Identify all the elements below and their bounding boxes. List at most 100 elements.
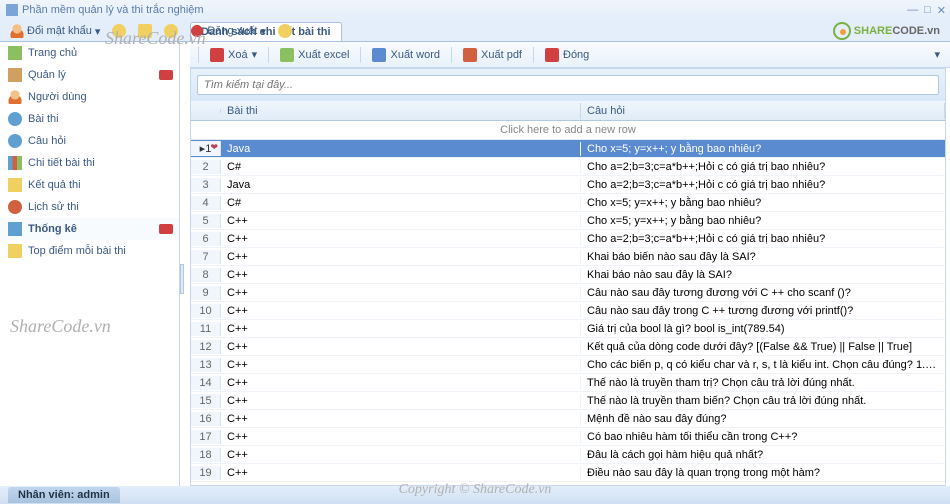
maximize-button[interactable]: □ (924, 4, 931, 17)
table-row[interactable]: 9C++Câu nào sau đây tương đương với C ++… (191, 284, 945, 302)
app-title: Phần mềm quản lý và thi trắc nghiệm (22, 4, 204, 16)
logo-icon (833, 22, 851, 40)
table-row[interactable]: 8C++Khai báo nào sau đây là SAI? (191, 266, 945, 284)
logout-label: Đăng xuất (207, 25, 257, 37)
excel-icon (280, 48, 294, 62)
cell-exam: Java (221, 178, 581, 192)
cell-exam: C++ (221, 322, 581, 336)
grid-body[interactable]: ▸1❤JavaCho x=5; y=x++; y bằng bao nhiêu?… (191, 140, 945, 484)
key-icon (138, 24, 152, 38)
sidebar-item-thống-kê[interactable]: Thống kê (0, 218, 179, 240)
close-icon (545, 48, 559, 62)
badge-icon (159, 224, 173, 234)
main-menu: Đổi mật khẩu ▾ Đăng xuất ▾ (6, 20, 296, 42)
table-row[interactable]: 7C++Khai báo biến nào sau đây là SAI? (191, 248, 945, 266)
sidebar-item-kết-quả-thi[interactable]: Kết quả thi (0, 174, 179, 196)
sidebar-splitter[interactable] (180, 264, 184, 294)
table-row[interactable]: ▸1❤JavaCho x=5; y=x++; y bằng bao nhiêu? (191, 140, 945, 158)
table-row[interactable]: 2C#Cho a=2;b=3;c=a*b++;Hỏi c có giá trị … (191, 158, 945, 176)
sidebar-item-quản-lý[interactable]: Quản lý (0, 64, 179, 86)
row-number: 20 (191, 484, 221, 485)
cell-question: Thế nào là truyền tham biến? Chọn câu tr… (581, 394, 945, 408)
sidebar-item-top-điểm-mỗi-bài-thi[interactable]: Top điểm mỗi bài thi (0, 240, 179, 262)
title-bar: Phần mềm quản lý và thi trắc nghiệm — □ … (0, 0, 950, 20)
q-icon (8, 112, 22, 126)
table-row[interactable]: 20C++Có bao nhiêu cách truyền tham số tr… (191, 482, 945, 484)
table-row[interactable]: 12C++Kết quả của dòng code dưới đây? [(F… (191, 338, 945, 356)
row-number: 14 (191, 376, 221, 390)
minimize-button[interactable]: — (907, 4, 918, 17)
new-row-hint[interactable]: Click here to add a new row (191, 121, 945, 140)
table-row[interactable]: 17C++Có bao nhiêu hàm tối thiểu cần tron… (191, 428, 945, 446)
toolbar-overflow[interactable]: ▾ (930, 48, 944, 61)
user-icon (10, 24, 24, 38)
col-question[interactable]: Câu hỏi (581, 103, 945, 119)
table-row[interactable]: 16C++Mệnh đề nào sau đây đúng? (191, 410, 945, 428)
circle-icon (112, 24, 126, 38)
sidebar-item-chi-tiết-bài-thi[interactable]: Chi tiết bài thi (0, 152, 179, 174)
sidebar-item-label: Thống kê (28, 223, 77, 235)
row-number: ▸1❤ (191, 141, 221, 156)
table-row[interactable]: 13C++Cho các biến p, q có kiểu char và r… (191, 356, 945, 374)
trophy-icon (8, 244, 22, 258)
change-password-label: Đổi mật khẩu (27, 25, 92, 37)
data-grid: Bài thi Câu hỏi Click here to add a new … (191, 101, 945, 485)
table-row[interactable]: 4C#Cho x=5; y=x++; y bằng bao nhiêu? (191, 194, 945, 212)
cell-exam: C++ (221, 268, 581, 282)
sidebar-item-người-dùng[interactable]: Người dùng (0, 86, 179, 108)
logout-menu[interactable]: Đăng xuất ▾ (186, 22, 270, 40)
row-number: 9 (191, 286, 221, 300)
toolbar: Xoá▾ Xuất excel Xuất word Xuất pdf Đóng … (190, 42, 950, 68)
table-row[interactable]: 10C++Câu nào sau đây trong C ++ tương đư… (191, 302, 945, 320)
close-window-button[interactable]: ✕ (937, 4, 946, 17)
heart-icon: ❤ (210, 142, 218, 153)
cell-question: Đâu là cách gọi hàm hiệu quả nhất? (581, 448, 945, 462)
trophy-icon (8, 178, 22, 192)
change-password-menu[interactable]: Đổi mật khẩu ▾ (6, 22, 104, 40)
table-row[interactable]: 18C++Đâu là cách gọi hàm hiệu quả nhất? (191, 446, 945, 464)
cell-exam: C++ (221, 412, 581, 426)
table-row[interactable]: 6C++Cho a=2;b=3;c=a*b++;Hỏi c có giá trị… (191, 230, 945, 248)
menu-spacer-4 (274, 22, 296, 40)
dropdown-icon: ▾ (261, 25, 267, 38)
stats-icon (8, 222, 22, 236)
table-row[interactable]: 11C++Giá trị của bool là gì? bool is_int… (191, 320, 945, 338)
q-icon (8, 134, 22, 148)
search-input[interactable] (197, 75, 939, 95)
navigation-sidebar: Trang chủQuản lýNgười dùngBài thiCâu hỏi… (0, 42, 180, 486)
sidebar-item-câu-hỏi[interactable]: Câu hỏi (0, 130, 179, 152)
export-pdf-button[interactable]: Xuất pdf (456, 45, 529, 65)
close-tab-button[interactable]: Đóng (538, 45, 596, 65)
power-icon (190, 24, 204, 38)
col-rownum[interactable] (191, 109, 221, 113)
cell-question: Có bao nhiêu cách truyền tham số trong c… (581, 484, 945, 485)
cell-question: Cho x=5; y=x++; y bằng bao nhiêu? (581, 196, 945, 210)
cell-exam: C++ (221, 448, 581, 462)
cell-exam: C++ (221, 232, 581, 246)
sidebar-item-trang-chủ[interactable]: Trang chủ (0, 42, 179, 64)
chart-icon (8, 156, 22, 170)
word-icon (372, 48, 386, 62)
sidebar-item-lịch-sử-thi[interactable]: Lịch sử thi (0, 196, 179, 218)
cell-question: Khai báo nào sau đây là SAI? (581, 268, 945, 282)
table-row[interactable]: 15C++Thế nào là truyền tham biến? Chọn c… (191, 392, 945, 410)
cell-question: Mệnh đề nào sau đây đúng? (581, 412, 945, 426)
sidebar-item-label: Kết quả thi (28, 179, 81, 191)
cell-question: Cho x=5; y=x++; y bằng bao nhiêu? (581, 214, 945, 228)
cell-exam: C# (221, 196, 581, 210)
cell-exam: C++ (221, 394, 581, 408)
table-row[interactable]: 19C++Điều nào sau đây là quan trọng tron… (191, 464, 945, 482)
cell-question: Kết quả của dòng code dưới đây? [(False … (581, 340, 945, 354)
row-number: 4 (191, 196, 221, 210)
col-exam[interactable]: Bài thi (221, 103, 581, 119)
cell-exam: C++ (221, 340, 581, 354)
export-excel-button[interactable]: Xuất excel (273, 45, 356, 65)
table-row[interactable]: 5C++Cho x=5; y=x++; y bằng bao nhiêu? (191, 212, 945, 230)
sidebar-item-bài-thi[interactable]: Bài thi (0, 108, 179, 130)
export-word-button[interactable]: Xuất word (365, 45, 447, 65)
cell-exam: C# (221, 160, 581, 174)
table-row[interactable]: 14C++Thế nào là truyền tham trị? Chọn câ… (191, 374, 945, 392)
cell-question: Cho các biến p, q có kiểu char và r, s, … (581, 358, 945, 372)
table-row[interactable]: 3JavaCho a=2;b=3;c=a*b++;Hỏi c có giá tr… (191, 176, 945, 194)
delete-button[interactable]: Xoá▾ (203, 45, 264, 65)
